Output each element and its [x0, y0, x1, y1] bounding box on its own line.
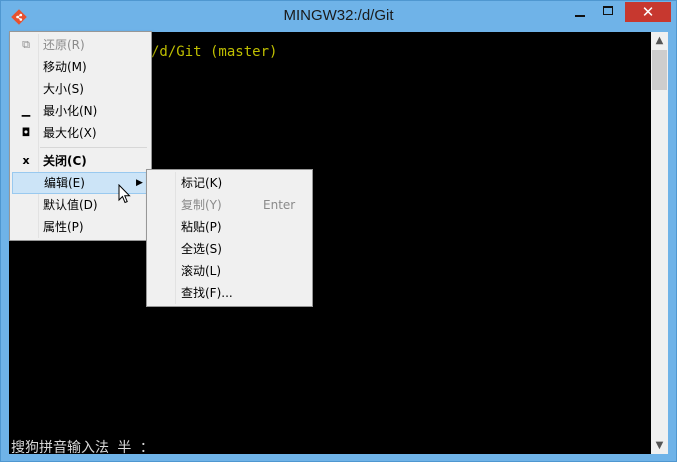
- submenu-item-find[interactable]: 查找(F)...: [149, 282, 310, 304]
- menu-item-label: 移动(M): [43, 60, 87, 74]
- restore-icon: ⧉: [22, 38, 30, 51]
- minimize-icon: [575, 15, 585, 17]
- submenu-item-paste[interactable]: 粘贴(P): [149, 216, 310, 238]
- menu-item-label: 全选(S): [181, 242, 222, 256]
- prompt-text: /d/Git (master): [151, 44, 278, 60]
- minimize-icon: ▁: [21, 104, 31, 117]
- menu-item-label: 最大化(X): [43, 126, 97, 140]
- close-icon: x: [22, 154, 30, 167]
- menu-item-label: 编辑(E): [44, 176, 85, 190]
- submenu-item-scroll[interactable]: 滚动(L): [149, 260, 310, 282]
- vertical-scrollbar[interactable]: ▲ ▼: [651, 32, 668, 454]
- menu-item-label: 还原(R): [43, 38, 85, 52]
- submenu-item-select-all[interactable]: 全选(S): [149, 238, 310, 260]
- scroll-thumb[interactable]: [652, 50, 667, 90]
- menu-item-close[interactable]: x 关闭(C): [12, 150, 149, 172]
- edit-submenu: 标记(K) 复制(Y) Enter 粘贴(P) 全选(S) 滚动(L) 查找(F…: [146, 169, 313, 307]
- submenu-arrow-icon: ▶: [136, 178, 143, 188]
- scroll-up-icon[interactable]: ▲: [651, 32, 668, 49]
- ime-status-line: 搜狗拼音输入法 半 ：: [11, 440, 154, 456]
- menu-item-label: 滚动(L): [181, 264, 222, 278]
- maximize-icon: ◘: [21, 126, 31, 139]
- menu-item-properties[interactable]: 属性(P): [12, 216, 149, 238]
- menu-item-minimize[interactable]: ▁ 最小化(N): [12, 100, 149, 122]
- menu-separator: [40, 147, 147, 148]
- menu-item-move[interactable]: 移动(M): [12, 56, 149, 78]
- mouse-pointer-icon: [118, 184, 131, 204]
- title-bar[interactable]: MINGW32:/d/Git ✕: [1, 1, 676, 32]
- menu-item-label: 属性(P): [43, 220, 84, 234]
- submenu-item-mark[interactable]: 标记(K): [149, 172, 310, 194]
- submenu-item-copy[interactable]: 复制(Y) Enter: [149, 194, 310, 216]
- menu-item-label: 粘贴(P): [181, 220, 222, 234]
- menu-item-label: 查找(F)...: [181, 286, 233, 300]
- menu-item-label: 复制(Y): [181, 198, 222, 212]
- system-menu: ⧉ 还原(R) 移动(M) 大小(S) ▁ 最小化(N) ◘ 最大化(X) x …: [9, 31, 152, 241]
- menu-item-label: 标记(K): [181, 176, 223, 190]
- menu-item-label: 大小(S): [43, 82, 84, 96]
- menu-item-label: 最小化(N): [43, 104, 98, 118]
- close-icon: ✕: [641, 3, 655, 21]
- menu-item-maximize[interactable]: ◘ 最大化(X): [12, 122, 149, 144]
- maximize-icon: [603, 6, 613, 15]
- maximize-button[interactable]: [595, 2, 623, 22]
- menu-item-size[interactable]: 大小(S): [12, 78, 149, 100]
- shortcut-label: Enter: [263, 198, 296, 212]
- close-button[interactable]: ✕: [625, 2, 671, 22]
- menu-item-restore[interactable]: ⧉ 还原(R): [12, 34, 149, 56]
- scroll-down-icon[interactable]: ▼: [651, 437, 668, 454]
- minimize-button[interactable]: [566, 2, 594, 22]
- menu-item-label: 关闭(C): [43, 154, 87, 168]
- menu-item-label: 默认值(D): [43, 198, 98, 212]
